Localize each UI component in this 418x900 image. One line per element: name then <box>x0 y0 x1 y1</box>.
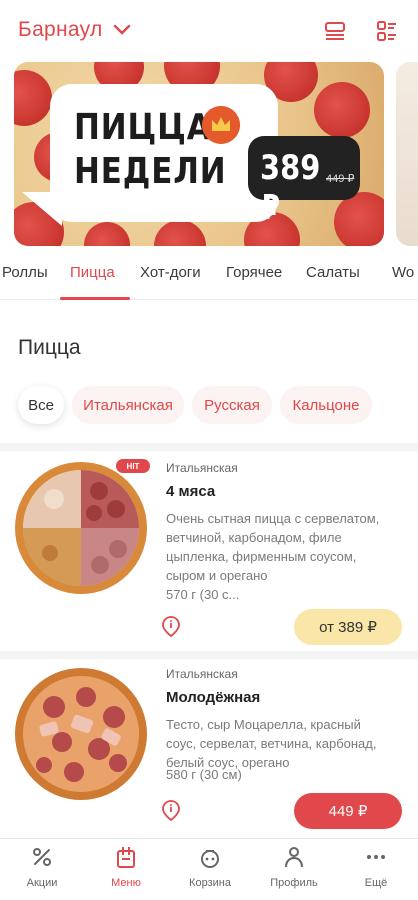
price-from-button[interactable]: от 389 ₽ <box>294 609 402 645</box>
nav-profile[interactable]: Профиль <box>258 845 330 889</box>
product-card[interactable]: HIT Итальянская 4 мяса Очень сытная пицц… <box>0 451 418 651</box>
bottom-nav: Акции Меню Корзина Профиль Ещё <box>0 838 418 900</box>
banner-price: 389 ₽ <box>260 148 321 228</box>
chip-all[interactable]: Все <box>18 386 64 424</box>
banner-old-price: 449 ₽ <box>326 173 355 185</box>
nav-label: Акции <box>26 877 58 889</box>
promo-carousel[interactable]: ПИЦЦА НЕДЕЛИ 389 ₽ 449 ₽ <box>0 62 418 248</box>
product-name: Молодёжная <box>166 689 261 706</box>
grid-view-icon[interactable] <box>376 20 398 42</box>
active-tab-indicator <box>60 297 130 300</box>
cart-icon <box>201 850 219 868</box>
tab-rolls[interactable]: Роллы <box>2 264 48 281</box>
crown-icon <box>202 106 240 144</box>
divider <box>0 443 418 451</box>
nav-label: Корзина <box>189 877 231 889</box>
pizza-4-meats-image <box>15 462 147 594</box>
product-category: Итальянская <box>166 461 238 475</box>
product-description: Тесто, сыр Моцарелла, красный соус, серв… <box>166 717 377 770</box>
banner-price-tag: 389 ₽ 449 ₽ <box>248 136 360 228</box>
divider <box>0 651 418 659</box>
promo-banner-next[interactable] <box>396 62 418 246</box>
tab-hot[interactable]: Горячее <box>226 264 282 281</box>
category-tabs: Роллы Пицца Хот-доги Горячее Салаты Wo <box>0 254 418 300</box>
product-name: 4 мяса <box>166 483 216 500</box>
nav-promotions[interactable]: Акции <box>6 845 78 889</box>
chevron-down-icon <box>113 24 130 35</box>
tab-salads[interactable]: Салаты <box>306 264 360 281</box>
chip-calzone[interactable]: Кальцоне <box>280 386 372 424</box>
product-category: Итальянская <box>166 667 238 681</box>
tab-wok[interactable]: Wo <box>392 264 414 281</box>
section-title: Пицца <box>18 336 81 359</box>
product-weight: 570 г (30 с... <box>166 587 240 602</box>
city-name: Барнаул <box>18 18 103 41</box>
nav-label: Меню <box>111 877 141 889</box>
location-info-icon[interactable] <box>160 615 182 637</box>
location-info-icon[interactable] <box>160 799 182 821</box>
profile-icon <box>285 847 303 868</box>
more-icon <box>367 855 385 859</box>
nav-more[interactable]: Ещё <box>340 845 412 889</box>
menu-icon <box>117 847 135 868</box>
chip-italian[interactable]: Итальянская <box>72 386 184 424</box>
city-selector[interactable]: Барнаул <box>18 18 131 42</box>
product-description: Очень сытная пицца с сервелатом, ветчино… <box>166 511 380 583</box>
nav-menu[interactable]: Меню <box>90 845 162 889</box>
promo-banner-pizza-week[interactable]: ПИЦЦА НЕДЕЛИ 389 ₽ 449 ₽ <box>14 62 384 246</box>
product-card[interactable]: Итальянская Молодёжная Тесто, сыр Моцаре… <box>0 659 418 839</box>
pizza-molodezhnaya-image <box>15 668 147 800</box>
nav-label: Ещё <box>364 877 388 889</box>
list-view-icon[interactable] <box>324 20 346 42</box>
tab-pizza[interactable]: Пицца <box>70 264 115 281</box>
nav-label: Профиль <box>270 877 318 889</box>
hit-badge: HIT <box>116 459 150 473</box>
chip-russian[interactable]: Русская <box>192 386 272 424</box>
percent-icon <box>33 848 51 866</box>
product-weight: 580 г (30 см) <box>166 767 242 782</box>
tab-hotdogs[interactable]: Хот-доги <box>140 264 201 281</box>
add-to-cart-button[interactable]: 449 ₽ <box>294 793 402 829</box>
app-header: Барнаул <box>0 0 418 62</box>
nav-cart[interactable]: Корзина <box>174 845 246 889</box>
